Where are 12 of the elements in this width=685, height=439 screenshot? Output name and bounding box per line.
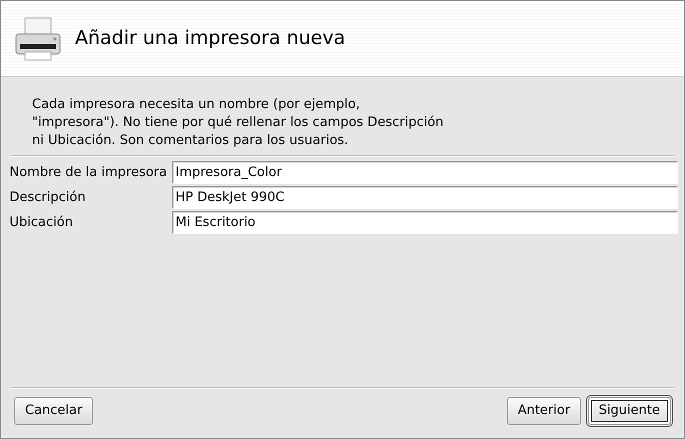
field-label: Nombre de la impresora [8, 164, 168, 182]
text-field[interactable]: Mi Escritorio [172, 211, 678, 234]
field-label: Ubicación [8, 214, 74, 232]
dialog-button[interactable]: Cancelar [14, 397, 94, 425]
field-label: Descripción [8, 189, 87, 207]
text-field[interactable]: Impresora_Color [172, 161, 678, 184]
dialog-title: Añadir una impresora nueva [75, 27, 346, 50]
instructions-text: Cada impresora necesita un nombre (por ejemplo, "impresora"). No tiene por qué rellenar los campos Descripción ni Ubicación. Son comentarios para los usuarios. [32, 96, 445, 150]
text-field[interactable]: HP DeskJet 990C [172, 186, 678, 210]
dialog-button[interactable]: Siguiente [588, 397, 671, 425]
dialog-button[interactable]: Anterior [506, 397, 582, 425]
printer-icon [13, 16, 63, 62]
